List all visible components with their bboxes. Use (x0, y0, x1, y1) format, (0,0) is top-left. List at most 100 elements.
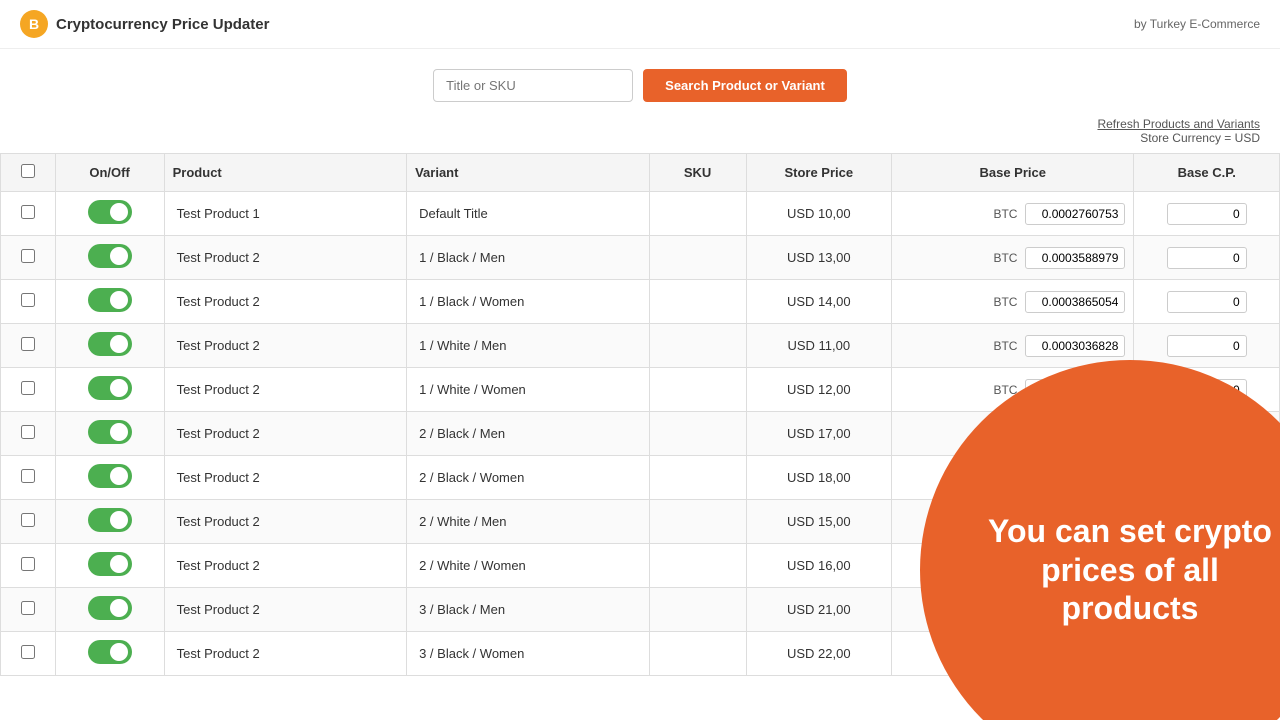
header-store-price: Store Price (746, 154, 891, 192)
row-checkbox-cell (1, 236, 56, 280)
row-checkbox[interactable] (21, 425, 35, 439)
row-checkbox[interactable] (21, 513, 35, 527)
base-price-input[interactable] (1025, 555, 1125, 577)
header-base-price: Base Price (892, 154, 1134, 192)
row-base-price-cell: BTC (892, 324, 1134, 368)
toggle-switch[interactable] (88, 332, 132, 356)
base-cp-input[interactable] (1167, 467, 1247, 489)
search-button[interactable]: Search Product or Variant (643, 69, 847, 102)
row-base-cp-cell (1134, 368, 1280, 412)
row-toggle-cell (55, 632, 164, 676)
row-product-name: Test Product 2 (164, 500, 406, 544)
row-checkbox[interactable] (21, 557, 35, 571)
base-price-input[interactable] (1025, 247, 1125, 269)
toggle-slider (88, 332, 132, 356)
base-price-input[interactable] (1025, 423, 1125, 445)
row-store-price: USD 12,00 (746, 368, 891, 412)
base-price-container: BTC (900, 511, 1125, 533)
base-cp-input[interactable] (1167, 599, 1247, 621)
base-price-container: BTC (900, 203, 1125, 225)
table-row: Test Product 2 2 / White / Men USD 15,00… (1, 500, 1280, 544)
row-toggle-cell (55, 236, 164, 280)
base-price-container: BTC (900, 555, 1125, 577)
row-checkbox[interactable] (21, 469, 35, 483)
toggle-switch[interactable] (88, 200, 132, 224)
row-base-price-cell: BTC (892, 500, 1134, 544)
toggle-switch[interactable] (88, 464, 132, 488)
base-cp-input[interactable] (1167, 379, 1247, 401)
row-checkbox-cell (1, 588, 56, 632)
base-price-input[interactable] (1025, 335, 1125, 357)
base-cp-input[interactable] (1167, 203, 1247, 225)
toggle-slider (88, 420, 132, 444)
base-price-input[interactable] (1025, 203, 1125, 225)
row-checkbox[interactable] (21, 249, 35, 263)
row-sku (649, 456, 746, 500)
base-price-input[interactable] (1025, 511, 1125, 533)
base-price-container: BTC (900, 247, 1125, 269)
toggle-switch[interactable] (88, 552, 132, 576)
row-base-price-cell: BTC (892, 236, 1134, 280)
row-toggle-cell (55, 500, 164, 544)
row-checkbox-cell (1, 412, 56, 456)
row-base-price-cell: BTC (892, 412, 1134, 456)
base-cp-input[interactable] (1167, 247, 1247, 269)
row-checkbox[interactable] (21, 601, 35, 615)
toggle-switch[interactable] (88, 376, 132, 400)
table-row: Test Product 2 2 / Black / Men USD 17,00… (1, 412, 1280, 456)
base-cp-input[interactable] (1167, 335, 1247, 357)
refresh-link[interactable]: Refresh Products and Variants (1097, 117, 1260, 131)
row-toggle-cell (55, 192, 164, 236)
row-variant-name: 3 / Black / Men (407, 588, 649, 632)
toggle-switch[interactable] (88, 244, 132, 268)
row-product-name: Test Product 2 (164, 588, 406, 632)
row-checkbox[interactable] (21, 205, 35, 219)
header-variant: Variant (407, 154, 649, 192)
store-currency-label: Store Currency = USD (1140, 131, 1260, 145)
toggle-switch[interactable] (88, 288, 132, 312)
row-variant-name: 2 / Black / Men (407, 412, 649, 456)
row-product-name: Test Product 2 (164, 368, 406, 412)
base-price-input[interactable] (1025, 291, 1125, 313)
toggle-slider (88, 288, 132, 312)
base-cp-input[interactable] (1167, 643, 1247, 665)
row-currency: BTC (991, 515, 1019, 529)
row-checkbox[interactable] (21, 645, 35, 659)
toggle-switch[interactable] (88, 640, 132, 664)
search-input[interactable] (433, 69, 633, 102)
app-title: Cryptocurrency Price Updater (56, 16, 269, 33)
row-product-name: Test Product 2 (164, 236, 406, 280)
row-checkbox[interactable] (21, 381, 35, 395)
row-checkbox[interactable] (21, 337, 35, 351)
toggle-switch[interactable] (88, 508, 132, 532)
row-toggle-cell (55, 456, 164, 500)
row-sku (649, 236, 746, 280)
base-price-input[interactable] (1025, 467, 1125, 489)
row-base-cp-cell (1134, 236, 1280, 280)
base-cp-input[interactable] (1167, 511, 1247, 533)
base-cp-input[interactable] (1167, 423, 1247, 445)
row-base-cp-cell (1134, 412, 1280, 456)
row-toggle-cell (55, 412, 164, 456)
row-checkbox[interactable] (21, 293, 35, 307)
toggle-switch[interactable] (88, 596, 132, 620)
row-toggle-cell (55, 544, 164, 588)
row-base-cp-cell (1134, 324, 1280, 368)
row-currency: BTC (991, 295, 1019, 309)
base-price-input[interactable] (1025, 643, 1125, 665)
select-all-checkbox[interactable] (21, 164, 35, 178)
base-cp-input[interactable] (1167, 555, 1247, 577)
row-variant-name: 1 / White / Men (407, 324, 649, 368)
base-cp-input[interactable] (1167, 291, 1247, 313)
row-currency: BTC (991, 383, 1019, 397)
row-product-name: Test Product 2 (164, 632, 406, 676)
row-currency: BTC (991, 647, 1019, 661)
table-row: Test Product 2 1 / White / Women USD 12,… (1, 368, 1280, 412)
base-price-input[interactable] (1025, 379, 1125, 401)
table-row: Test Product 2 2 / White / Women USD 16,… (1, 544, 1280, 588)
row-variant-name: 1 / Black / Women (407, 280, 649, 324)
base-price-input[interactable] (1025, 599, 1125, 621)
row-store-price: USD 22,00 (746, 632, 891, 676)
row-sku (649, 192, 746, 236)
toggle-switch[interactable] (88, 420, 132, 444)
